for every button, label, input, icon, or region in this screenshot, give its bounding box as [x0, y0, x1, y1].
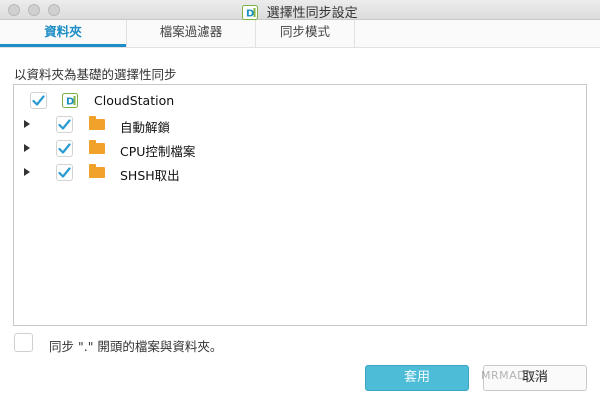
apply-button[interactable]: 套用 — [365, 365, 469, 391]
folder-icon — [89, 164, 105, 178]
cloudstation-icon: D — [62, 93, 78, 111]
tab-file-filter[interactable]: 檔案過濾器 — [127, 20, 255, 47]
app-icon-letter: D — [246, 9, 254, 20]
tab-bar: 資料夾 檔案過濾器 同步模式 — [0, 20, 600, 48]
folder-label: CPU控制檔案 — [120, 144, 196, 159]
folder-checkbox[interactable] — [56, 164, 73, 181]
folder-tree[interactable]: D CloudStation 自動解鎖 CPU控制檔案 SHSH取出 — [13, 84, 587, 326]
folder-checkbox[interactable] — [56, 140, 73, 157]
folder-label: 自動解鎖 — [120, 120, 171, 135]
cancel-button[interactable]: 取消 — [483, 365, 587, 391]
tab-folders[interactable]: 資料夾 — [0, 20, 126, 47]
checkmark-icon — [58, 167, 71, 178]
folder-icon — [89, 116, 105, 130]
title-bar: D 選擇性同步設定 — [0, 0, 600, 21]
tab-divider — [354, 20, 355, 47]
tab-sync-mode[interactable]: 同步模式 — [256, 20, 354, 47]
tree-row-folder[interactable]: SHSH取出 — [14, 162, 586, 184]
svg-text:D: D — [66, 97, 74, 108]
tree-row-folder[interactable]: 自動解鎖 — [14, 114, 586, 136]
sync-dot-files-label: 同步 "." 開頭的檔案與資料夾。 — [49, 339, 223, 354]
sync-dot-files-checkbox[interactable] — [14, 333, 33, 352]
tree-root-label: CloudStation — [94, 93, 175, 108]
folder-checkbox[interactable] — [56, 116, 73, 133]
tree-row-folder[interactable]: CPU控制檔案 — [14, 138, 586, 160]
folder-icon — [89, 140, 105, 154]
section-label: 以資料夾為基礎的選擇性同步 — [14, 67, 177, 82]
root-checkbox[interactable] — [30, 92, 47, 109]
checkmark-icon — [58, 143, 71, 154]
expand-arrow-icon[interactable] — [24, 144, 30, 152]
expand-arrow-icon[interactable] — [24, 168, 30, 176]
checkmark-icon — [58, 119, 71, 130]
window-title: 選擇性同步設定 — [266, 6, 358, 21]
folder-label: SHSH取出 — [120, 168, 180, 183]
tree-row-root[interactable]: D CloudStation — [14, 90, 586, 112]
expand-arrow-icon[interactable] — [24, 120, 30, 128]
checkmark-icon — [32, 95, 45, 106]
